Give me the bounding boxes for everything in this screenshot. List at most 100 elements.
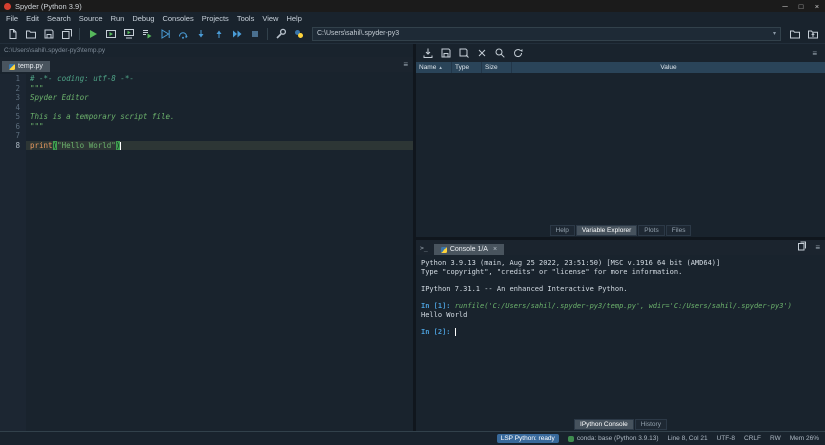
menu-debug[interactable]: Debug xyxy=(128,14,158,23)
column-header-name[interactable]: Name ▲ xyxy=(416,62,452,73)
menu-run[interactable]: Run xyxy=(107,14,129,23)
main-toolbar: C:\Users\sahil\.spyder-py3 ▾ xyxy=(0,24,825,44)
console-options-menu-icon[interactable]: ≡ xyxy=(810,243,825,252)
eol-status: CRLF xyxy=(744,435,761,442)
editor-tab-bar: temp.py ≡ xyxy=(0,57,413,72)
tab-variable-explorer[interactable]: Variable Explorer xyxy=(576,225,637,236)
tab-history[interactable]: History xyxy=(635,419,667,430)
line-number-8[interactable]: 8 xyxy=(0,141,20,151)
run-cell-button[interactable] xyxy=(102,25,119,42)
step-into-button[interactable] xyxy=(192,25,209,42)
run-selection-button[interactable] xyxy=(138,25,155,42)
code-area[interactable]: # -*- coding: utf-8 -*-"""Spyder EditorT… xyxy=(26,74,413,431)
code-line-1[interactable]: # -*- coding: utf-8 -*- xyxy=(26,74,413,84)
minimize-button[interactable]: ─ xyxy=(777,0,793,12)
menu-edit[interactable]: Edit xyxy=(22,14,43,23)
code-line-6[interactable]: """ xyxy=(26,122,413,132)
line-number-6[interactable]: 6 xyxy=(0,122,20,132)
conda-icon xyxy=(568,436,574,442)
continue-execution-button[interactable] xyxy=(228,25,245,42)
close-tab-icon[interactable]: × xyxy=(493,246,497,253)
variable-explorer-panel: ≡ Name ▲ Type Size Value HelpVariable Ex… xyxy=(416,44,825,237)
save-button[interactable] xyxy=(40,25,57,42)
spyder-logo-icon xyxy=(4,3,11,10)
console-line-7: Hello World xyxy=(421,311,820,320)
status-bar: LSP Python: ready conda: base (Python 3.… xyxy=(0,431,825,445)
console-line-4: IPython 7.31.1 -- An enhanced Interactiv… xyxy=(421,285,820,294)
line-number-2[interactable]: 2 xyxy=(0,84,20,94)
tab-plots[interactable]: Plots xyxy=(638,225,664,236)
working-directory-combobox[interactable]: C:\Users\sahil\.spyder-py3 ▾ xyxy=(312,27,781,41)
menu-view[interactable]: View xyxy=(258,14,282,23)
open-file-button[interactable] xyxy=(22,25,39,42)
menu-consoles[interactable]: Consoles xyxy=(158,14,197,23)
run-file-button[interactable] xyxy=(84,25,101,42)
line-number-gutter[interactable]: 12345678 xyxy=(0,74,26,431)
menu-source[interactable]: Source xyxy=(75,14,107,23)
new-file-button[interactable] xyxy=(4,25,21,42)
save-all-button[interactable] xyxy=(58,25,75,42)
code-editor[interactable]: 12345678 # -*- coding: utf-8 -*-"""Spyde… xyxy=(0,72,413,431)
code-line-7[interactable] xyxy=(26,131,413,141)
line-number-5[interactable]: 5 xyxy=(0,112,20,122)
line-number-1[interactable]: 1 xyxy=(0,74,20,84)
pythonpath-manager-button[interactable] xyxy=(290,25,307,42)
permissions-status: RW xyxy=(770,435,781,442)
variable-table-header: Name ▲ Type Size Value xyxy=(416,62,825,73)
line-number-4[interactable]: 4 xyxy=(0,103,20,113)
tab-files[interactable]: Files xyxy=(666,225,692,236)
editor-tab-temp-py[interactable]: temp.py xyxy=(2,61,50,72)
code-line-5[interactable]: This is a temporary script file. xyxy=(26,112,413,122)
run-cell-advance-button[interactable] xyxy=(120,25,137,42)
save-data-as-button[interactable] xyxy=(455,45,472,62)
import-data-button[interactable] xyxy=(419,45,436,62)
refresh-variables-button[interactable] xyxy=(509,45,526,62)
column-header-type[interactable]: Type xyxy=(452,62,482,73)
menu-projects[interactable]: Projects xyxy=(198,14,233,23)
main-area: C:\Users\sahil\.spyder-py3\temp.py temp.… xyxy=(0,44,825,431)
stop-debug-button[interactable] xyxy=(246,25,263,42)
tab-ipython-console[interactable]: IPython Console xyxy=(574,419,634,430)
search-variables-button[interactable] xyxy=(491,45,508,62)
console-line-6: In [1]: runfile('C:/Users/sahil/.spyder-… xyxy=(421,302,820,311)
maximize-button[interactable]: □ xyxy=(793,0,809,12)
tab-help[interactable]: Help xyxy=(550,225,575,236)
column-header-value[interactable]: Value xyxy=(512,62,825,73)
column-header-size[interactable]: Size xyxy=(482,62,512,73)
code-line-3[interactable]: Spyder Editor xyxy=(26,93,413,103)
close-button[interactable]: × xyxy=(809,0,825,12)
code-line-8[interactable]: print("Hello World") xyxy=(26,141,413,151)
debug-file-button[interactable] xyxy=(156,25,173,42)
console-line-8 xyxy=(421,319,820,328)
remove-variables-button[interactable] xyxy=(473,45,490,62)
console-line-1: Python 3.9.13 (main, Aug 25 2022, 23:51:… xyxy=(421,259,820,268)
step-over-button[interactable] xyxy=(174,25,191,42)
variable-explorer-options-menu-icon[interactable]: ≡ xyxy=(807,49,822,58)
save-data-button[interactable] xyxy=(437,45,454,62)
console-tab-bar: >_ Console 1/A × ≡ xyxy=(416,240,825,255)
code-line-4[interactable] xyxy=(26,103,413,113)
line-number-3[interactable]: 3 xyxy=(0,93,20,103)
new-console-button[interactable] xyxy=(793,238,810,255)
chevron-down-icon[interactable]: ▾ xyxy=(773,30,776,37)
step-out-button[interactable] xyxy=(210,25,227,42)
line-number-7[interactable]: 7 xyxy=(0,131,20,141)
parent-directory-button[interactable] xyxy=(804,25,821,42)
editor-options-menu-icon[interactable]: ≡ xyxy=(398,60,413,69)
lsp-status: LSP Python: ready xyxy=(497,434,559,443)
preferences-wrench-button[interactable] xyxy=(272,25,289,42)
menu-search[interactable]: Search xyxy=(43,14,75,23)
menu-tools[interactable]: Tools xyxy=(233,14,259,23)
right-panel-tabs: HelpVariable ExplorerPlotsFiles xyxy=(416,224,825,237)
conda-env-status[interactable]: conda: base (Python 3.9.13) xyxy=(568,435,659,442)
python-file-icon xyxy=(9,64,15,70)
working-directory-value: C:\Users\sahil\.spyder-py3 xyxy=(317,30,399,37)
menu-file[interactable]: File xyxy=(2,14,22,23)
encoding-status: UTF-8 xyxy=(717,435,735,442)
console-tab[interactable]: Console 1/A × xyxy=(434,244,504,255)
code-line-2[interactable]: """ xyxy=(26,84,413,94)
menu-help[interactable]: Help xyxy=(282,14,305,23)
console-line-5 xyxy=(421,293,820,302)
browse-directory-button[interactable] xyxy=(786,25,803,42)
console-output[interactable]: Python 3.9.13 (main, Aug 25 2022, 23:51:… xyxy=(416,255,825,418)
